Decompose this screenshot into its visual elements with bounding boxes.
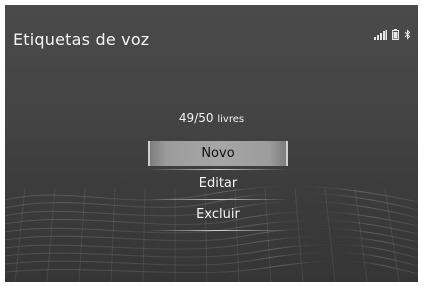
battery-icon <box>392 29 399 40</box>
available-slots-text: 49/50 livres <box>5 111 418 125</box>
signal-strength-icon <box>374 30 387 40</box>
delete-voice-tag-button[interactable]: Excluir <box>148 202 288 227</box>
page-title: Etiquetas de voz <box>13 30 150 49</box>
menu-divider <box>148 169 288 170</box>
edit-voice-tag-button[interactable]: Editar <box>148 171 288 196</box>
new-voice-tag-button[interactable]: Novo <box>148 141 288 166</box>
available-count-suffix: livres <box>217 114 245 125</box>
menu-divider <box>148 230 288 231</box>
menu-divider <box>148 199 288 200</box>
voice-tags-screen: Etiquetas de voz 49/50 livres Novo Edita… <box>5 5 418 282</box>
bluetooth-icon <box>404 29 411 40</box>
available-count: 49/50 <box>178 111 214 125</box>
status-bar <box>374 28 411 40</box>
